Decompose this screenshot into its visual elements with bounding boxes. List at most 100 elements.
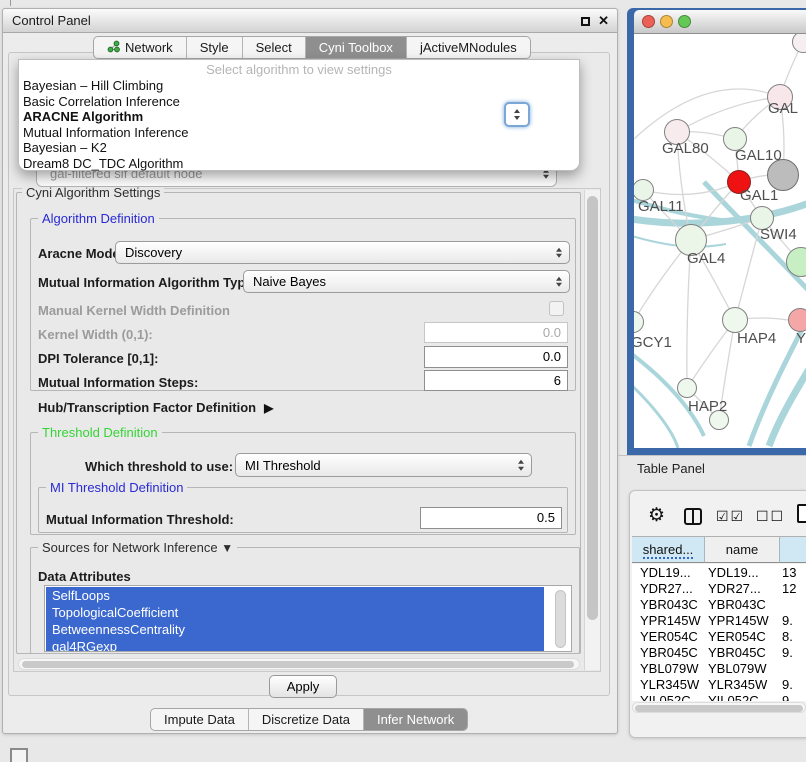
algorithm-option[interactable]: Mutual Information Inference (21, 125, 577, 140)
table-row[interactable]: YDR27...YDR27...12 (632, 581, 806, 597)
attribute-item-selected[interactable]: TopologicalCoefficient (46, 604, 544, 621)
mi-steps-label: Mutual Information Steps: (38, 375, 198, 390)
dpi-tolerance-input[interactable]: 0.0 (424, 346, 568, 368)
attribute-item-selected[interactable]: gal4RGexp (46, 638, 544, 652)
node-label: GAL4 (687, 250, 725, 267)
node-label: HAP2 (688, 398, 727, 415)
column-header-partial[interactable] (780, 536, 806, 563)
aracne-mode-combobox[interactable]: Discovery (115, 241, 570, 264)
close-icon[interactable]: ✕ (598, 12, 609, 30)
tab-impute-data[interactable]: Impute Data (151, 709, 248, 730)
node-label: GCY1 (634, 334, 672, 351)
mi-steps-input[interactable]: 6 (424, 370, 568, 391)
algorithm-option[interactable]: Bayesian – K2 (21, 140, 577, 155)
table-row[interactable]: YDL19...YDL19...13 (632, 565, 806, 581)
network-window-titlebar[interactable] (634, 10, 806, 34)
tab-label: Network (125, 40, 173, 55)
table-row[interactable]: YPR145WYPR145W9. (632, 613, 806, 629)
tab-select[interactable]: Select (242, 37, 305, 58)
which-threshold-label: Which threshold to use: (85, 459, 233, 474)
aracne-mode-label: Aracne Mode: (38, 246, 124, 261)
manual-kernel-label: Manual Kernel Width Definition (38, 303, 230, 318)
table-row[interactable]: YBR045CYBR045C9. (632, 645, 806, 661)
algorithm-combobox-button[interactable] (504, 102, 530, 127)
network-canvas[interactable]: GAL GAL80 GAL10 GAL1 SWI4 GAL11 GAL4 GCY… (634, 34, 806, 448)
scrollbar-thumb[interactable] (22, 661, 574, 668)
node-label: GAL10 (735, 147, 782, 164)
table-row[interactable]: YBL079WYBL079W (632, 661, 806, 677)
which-threshold-combobox[interactable]: MI Threshold (235, 453, 532, 477)
bottom-tabbar: Impute Data Discretize Data Infer Networ… (150, 708, 468, 731)
document-icon[interactable] (797, 504, 806, 523)
unchecked-boxes-icon[interactable]: ☐☐ (756, 508, 785, 525)
node-label: GAL (768, 100, 798, 117)
network-node[interactable] (677, 378, 697, 398)
combo-arrows-icon (556, 247, 562, 258)
table-row[interactable]: YLR345WYLR345W9. (632, 677, 806, 693)
table-row[interactable]: YIL052CYIL052C9 (632, 693, 806, 701)
group-title-algorithm-definition: Algorithm Definition (38, 211, 159, 226)
gear-icon[interactable]: ⚙ (648, 504, 665, 527)
algorithm-option[interactable]: Dream8 DC_TDC Algorithm (21, 156, 577, 171)
algorithm-option[interactable]: Basic Correlation Inference (21, 94, 577, 109)
sources-title-toggle[interactable]: Sources for Network Inference ▼ (38, 540, 237, 556)
table-row[interactable]: YER054CYER054C8. (632, 629, 806, 645)
minimized-panel-icon[interactable] (10, 748, 28, 762)
group-title: Cyni Algorithm Settings (22, 185, 164, 200)
table-row[interactable]: YBR043CYBR043C (632, 597, 806, 613)
tab-cyni-toolbox[interactable]: Cyni Toolbox (305, 37, 406, 58)
split-columns-icon[interactable] (684, 508, 702, 525)
table-horizontal-scrollbar[interactable] (632, 702, 806, 713)
node-label: HAP4 (737, 330, 776, 347)
node-label: GAL1 (740, 187, 778, 204)
mi-threshold-input[interactable]: 0.5 (420, 507, 562, 529)
zoom-traffic-light[interactable] (678, 15, 691, 28)
attribute-item-selected[interactable]: BetweennessCentrality (46, 621, 544, 638)
kernel-width-label: Kernel Width (0,1): (38, 327, 153, 342)
tab-jactivemnodules[interactable]: jActiveMNodules (406, 37, 530, 58)
manual-kernel-checkbox[interactable] (549, 301, 564, 316)
tab-infer-network[interactable]: Infer Network (363, 709, 467, 730)
dpi-tolerance-label: DPI Tolerance [0,1]: (38, 351, 158, 366)
algorithm-placeholder: Select algorithm to view settings (19, 62, 579, 77)
checked-boxes-icon[interactable]: ☑☑ (716, 508, 745, 525)
tab-style[interactable]: Style (186, 37, 242, 58)
settings-horizontal-scrollbar[interactable] (18, 658, 580, 670)
list-scrollbar-thumb[interactable] (555, 590, 566, 648)
table-panel-title: Table Panel (637, 461, 705, 476)
panel-divider (618, 455, 806, 456)
mi-threshold-label: Mutual Information Threshold: (46, 512, 234, 527)
tab-network[interactable]: Network (94, 37, 186, 58)
control-panel-titlebar: Control Panel ✕ (3, 9, 617, 33)
node-label: SWI4 (760, 226, 797, 243)
data-attributes-list[interactable]: SelfLoops TopologicalCoefficient Between… (44, 585, 572, 652)
close-traffic-light[interactable] (642, 15, 655, 28)
kernel-width-input[interactable]: 0.0 (424, 322, 568, 343)
screen: Control Panel ✕ Network Style Select Cyn… (0, 0, 806, 762)
data-attributes-label: Data Attributes (38, 569, 131, 584)
network-view-window[interactable]: GAL GAL80 GAL10 GAL1 SWI4 GAL11 GAL4 GCY… (627, 8, 806, 455)
apply-button[interactable]: Apply (269, 675, 337, 698)
control-panel-tabbar: Network Style Select Cyni Toolbox jActiv… (93, 36, 531, 59)
mi-type-label: Mutual Information Algorithm Type: (38, 275, 257, 290)
mi-type-combobox[interactable]: Naive Bayes (243, 270, 570, 293)
algorithm-option[interactable]: Bayesian – Hill Climbing (21, 78, 577, 93)
hub-section-toggle[interactable]: Hub/Transcription Factor Definition▶ (38, 400, 273, 415)
group-title-mi-threshold: MI Threshold Definition (46, 480, 187, 495)
network-node[interactable] (788, 308, 806, 332)
node-label: Y (796, 330, 806, 347)
node-label: GAL11 (638, 198, 684, 215)
column-header-name[interactable]: name (705, 536, 780, 563)
minimize-traffic-light[interactable] (660, 15, 673, 28)
float-window-icon[interactable] (581, 17, 590, 26)
group-title-threshold: Threshold Definition (38, 425, 162, 440)
settings-vertical-scrollbar[interactable] (584, 190, 600, 670)
algorithm-option-selected[interactable]: ARACNE Algorithm (21, 109, 577, 124)
scrollbar-thumb[interactable] (635, 705, 803, 712)
column-header-shared[interactable]: shared... (632, 536, 705, 563)
scrollbar-thumb[interactable] (587, 196, 598, 620)
attribute-item-selected[interactable]: SelfLoops (46, 587, 544, 604)
tab-discretize-data[interactable]: Discretize Data (248, 709, 363, 730)
collapse-down-icon: ▼ (221, 541, 233, 555)
combo-arrows-icon (556, 276, 562, 287)
